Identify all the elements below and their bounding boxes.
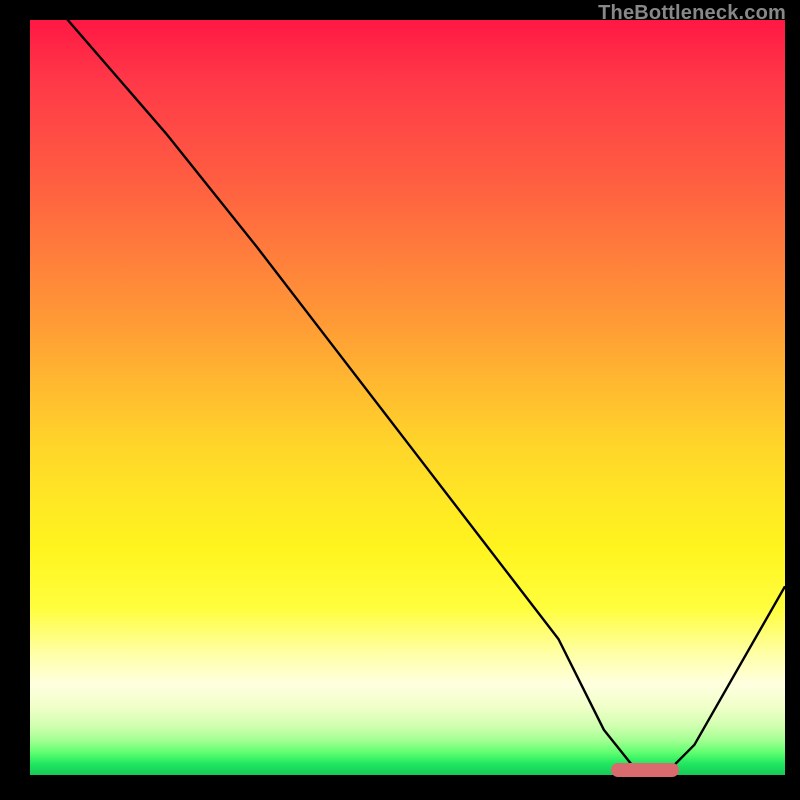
optimal-range-marker (611, 763, 679, 777)
bottleneck-chart: TheBottleneck.com (0, 0, 800, 800)
plot-background-gradient (30, 20, 785, 775)
watermark-text: TheBottleneck.com (598, 2, 786, 25)
